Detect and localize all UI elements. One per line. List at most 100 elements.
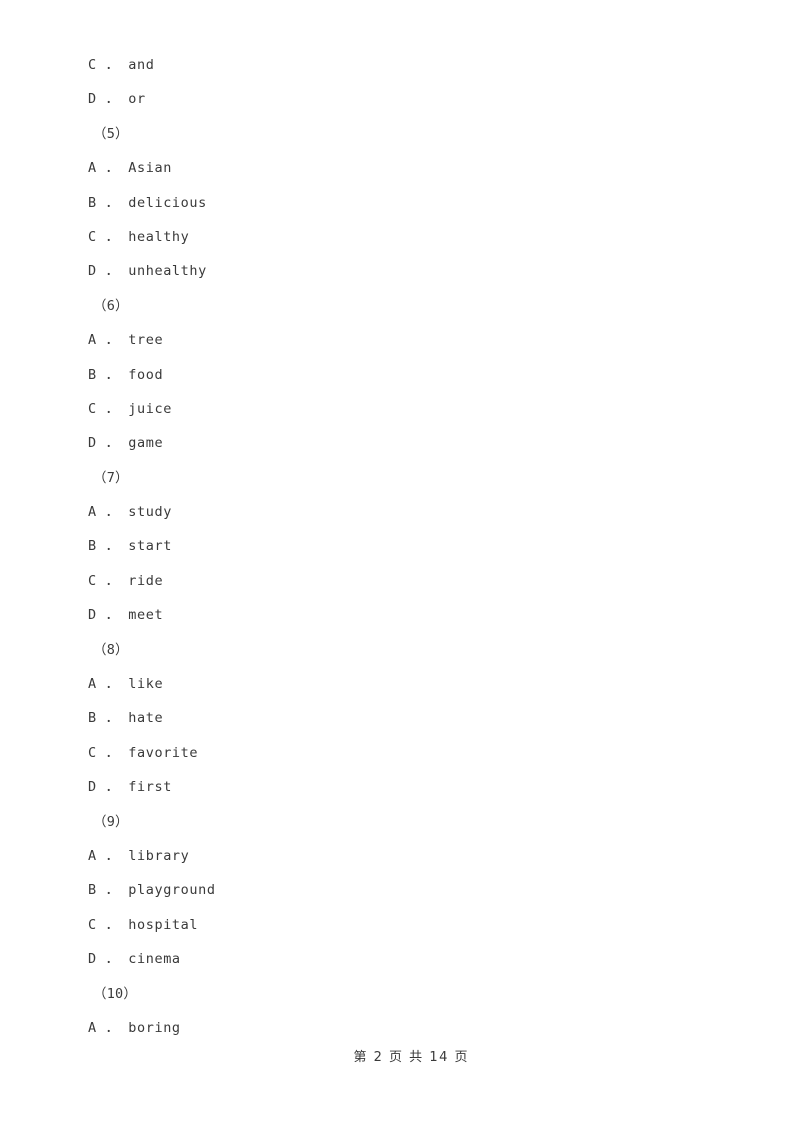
answer-option-separator: ． xyxy=(96,607,129,624)
document-page: C ． and D ． or （5） A ． Asian B ． delicious C … xyxy=(0,0,800,1132)
question-group-number: （10） xyxy=(88,977,708,1011)
question-group-label: （8） xyxy=(93,641,129,658)
answer-option-letter: D xyxy=(88,435,97,452)
answer-option-separator: ． xyxy=(96,847,129,864)
answer-option-letter: C xyxy=(88,744,97,761)
answer-option-text: hospital xyxy=(128,916,199,933)
answer-option-letter: B xyxy=(88,538,97,555)
question-group-label: （10） xyxy=(93,985,138,1002)
answer-option-text: tree xyxy=(128,332,164,349)
answer-option-letter: C xyxy=(88,916,97,933)
answer-option: C ． juice xyxy=(88,392,708,426)
answer-option-text: start xyxy=(128,538,172,555)
answer-option-letter: D xyxy=(88,951,97,968)
question-group-number: （9） xyxy=(88,805,708,839)
answer-option-text: like xyxy=(128,676,164,693)
answer-option-text: and xyxy=(128,57,155,73)
answer-option-separator: ． xyxy=(96,228,129,245)
answer-option: A ． library xyxy=(88,839,708,873)
question-group-label: （7） xyxy=(93,469,129,486)
question-group-number: （6） xyxy=(88,289,708,323)
answer-option: D ． game xyxy=(88,426,708,460)
answer-option-text: game xyxy=(128,435,164,452)
answer-option-letter: D xyxy=(88,263,97,280)
answer-option-letter: B xyxy=(88,194,97,211)
answer-option: B ． hate xyxy=(88,701,708,735)
answer-option-separator: ． xyxy=(96,57,129,73)
answer-option-letter: A xyxy=(88,160,97,177)
answer-option-text: hate xyxy=(128,710,164,727)
answer-option-separator: ． xyxy=(96,882,129,899)
answer-option-text: favorite xyxy=(128,744,199,761)
answer-option-letter: A xyxy=(88,332,97,349)
answer-option: D ． unhealthy xyxy=(88,254,708,288)
answer-option-text: study xyxy=(128,504,172,521)
answer-option: B ． food xyxy=(88,358,708,392)
answer-option-text: meet xyxy=(128,607,164,624)
answer-option-separator: ． xyxy=(96,916,129,933)
answer-option-letter: A xyxy=(88,504,97,521)
answer-option: B ． playground xyxy=(88,873,708,907)
page-footer: 第 2 页 共 14 页 xyxy=(0,1031,800,1080)
answer-option-separator: ． xyxy=(96,160,129,177)
answer-option-separator: ． xyxy=(96,538,129,555)
answer-option-separator: ． xyxy=(96,194,129,211)
question-group-label: （6） xyxy=(93,297,129,314)
answer-option-separator: ． xyxy=(96,332,129,349)
answer-option-letter: B xyxy=(88,710,97,727)
answer-option-separator: ． xyxy=(96,366,129,383)
answer-option-text: library xyxy=(128,847,190,864)
answer-option-text: or xyxy=(128,91,146,108)
answer-option: B ． delicious xyxy=(88,186,708,220)
answer-option: A ． tree xyxy=(88,323,708,357)
answer-option: A ． Asian xyxy=(88,151,708,185)
answer-option-text: cinema xyxy=(128,951,181,968)
question-group-number: （7） xyxy=(88,461,708,495)
answer-option-separator: ． xyxy=(96,572,129,589)
answer-option-letter: A xyxy=(88,676,97,693)
answer-option-separator: ． xyxy=(96,504,129,521)
answer-option: C ． favorite xyxy=(88,736,708,770)
answer-option-text: healthy xyxy=(128,228,190,245)
answer-option: D ． meet xyxy=(88,598,708,632)
answer-option: D ． cinema xyxy=(88,942,708,976)
answer-option-text: first xyxy=(128,779,172,796)
answer-option: A ． like xyxy=(88,667,708,701)
answer-option-separator: ． xyxy=(96,710,129,727)
answer-option-text: juice xyxy=(128,400,172,417)
answer-option-letter: C xyxy=(88,57,97,73)
answer-option-separator: ． xyxy=(96,744,129,761)
answer-option-text: unhealthy xyxy=(128,263,207,280)
answer-option-letter: B xyxy=(88,882,97,899)
answer-option-letter: C xyxy=(88,228,97,245)
answer-option-letter: D xyxy=(88,91,97,108)
answer-option-separator: ． xyxy=(96,263,129,280)
answer-option-text: delicious xyxy=(128,194,207,211)
answer-option-separator: ． xyxy=(96,400,129,417)
answer-option-separator: ． xyxy=(96,435,129,452)
answer-option-letter: D xyxy=(88,779,97,796)
answer-option-text: Asian xyxy=(128,160,172,177)
answer-option: D ． or xyxy=(88,82,708,116)
answer-option-letter: B xyxy=(88,366,97,383)
answer-option: C ． and xyxy=(88,48,708,82)
page-number-text: 第 2 页 共 14 页 xyxy=(353,1050,469,1065)
answer-option-separator: ． xyxy=(96,951,129,968)
answer-option-separator: ． xyxy=(96,676,129,693)
answer-option-separator: ． xyxy=(96,91,129,108)
question-options-list: C ． and D ． or （5） A ． Asian B ． delicious C … xyxy=(88,48,708,1045)
question-group-label: （5） xyxy=(93,125,129,142)
answer-option-letter: C xyxy=(88,400,97,417)
question-group-label: （9） xyxy=(93,813,129,830)
answer-option-text: ride xyxy=(128,572,164,589)
answer-option-letter: C xyxy=(88,572,97,589)
answer-option-letter: D xyxy=(88,607,97,624)
answer-option-letter: A xyxy=(88,847,97,864)
answer-option-text: food xyxy=(128,366,164,383)
answer-option: C ． ride xyxy=(88,564,708,598)
answer-option: D ． first xyxy=(88,770,708,804)
answer-option: C ． hospital xyxy=(88,908,708,942)
answer-option: A ． study xyxy=(88,495,708,529)
answer-option: C ． healthy xyxy=(88,220,708,254)
answer-option: B ． start xyxy=(88,529,708,563)
